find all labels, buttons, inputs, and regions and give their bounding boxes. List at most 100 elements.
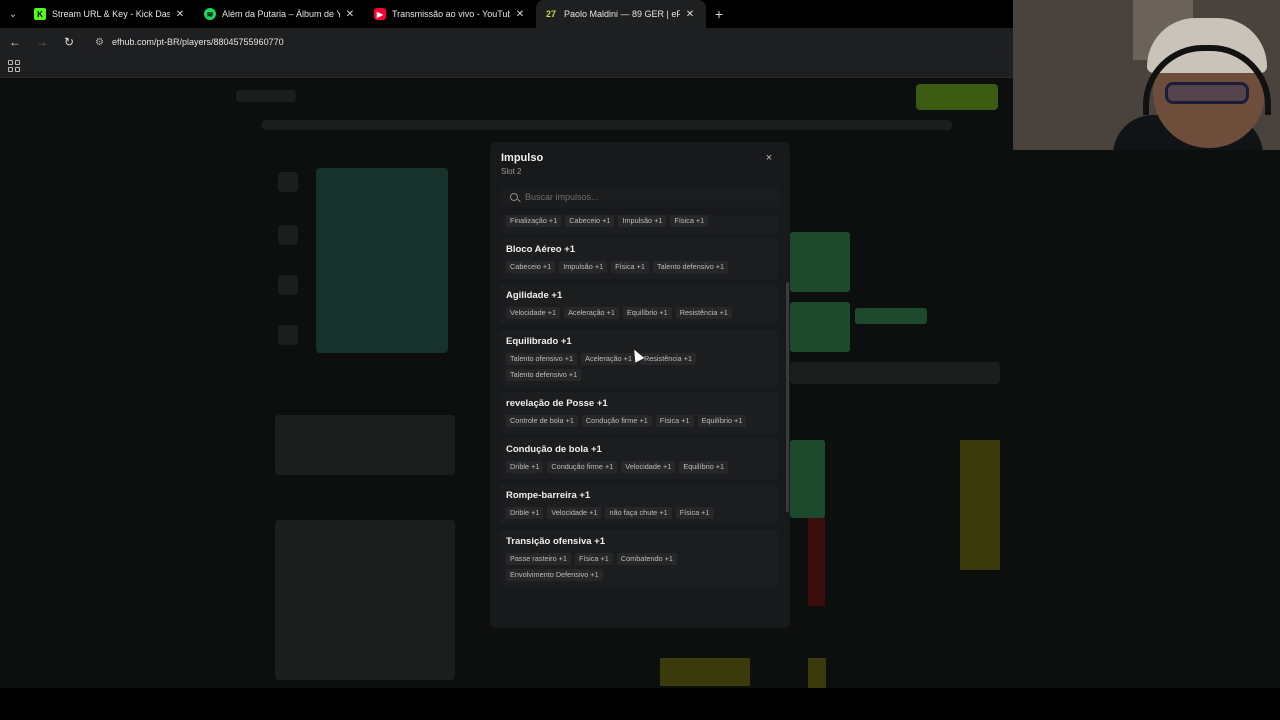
close-icon[interactable]: ✕ xyxy=(174,9,186,20)
impulse-option[interactable]: Condução de bola +1 Drible +1 Condução fir… xyxy=(500,438,778,479)
attribute-chip: Finalização +1 xyxy=(506,215,562,227)
screen: ⌄ K Stream URL & Key - Kick Dashb ✕ ≋ Al… xyxy=(0,0,1280,720)
site-logo xyxy=(236,90,296,102)
close-icon[interactable]: ✕ xyxy=(344,9,356,20)
attribute-chip: Talento defensivo +1 xyxy=(506,369,582,381)
bar-chart-yellow xyxy=(960,440,1000,570)
attribute-chip: Equilíbrio +1 xyxy=(679,461,729,473)
tab-title: Paolo Maldini — 89 GER | eFHU xyxy=(564,9,680,19)
tab-title: Além da Putaria – Álbum de Yu xyxy=(222,9,340,19)
modal-subtitle: Slot 2 xyxy=(501,167,522,176)
impulse-option[interactable]: Bloco Aéreo +1 Cabeceio +1 Impulsão +1 Físi… xyxy=(500,238,778,279)
attribute-chip: Velocidade +1 xyxy=(547,507,602,519)
attribute-chips: Drible +1 Condução firme +1 Velocidade +1 E… xyxy=(506,461,772,473)
attribute-chip: Envolvimento Defensivo +1 xyxy=(506,569,603,581)
attribute-chip: Física +1 xyxy=(655,415,694,427)
impulse-name: Equilibrado +1 xyxy=(506,336,572,347)
close-icon[interactable]: ✕ xyxy=(514,9,526,20)
marker-dimmed xyxy=(808,658,826,688)
attribute-chip: Impulsão +1 xyxy=(559,261,608,273)
attribute-chip: Drible +1 xyxy=(506,461,544,473)
cta-button-dimmed xyxy=(916,84,998,110)
attribute-chip: Resistência +1 xyxy=(675,307,732,319)
tab-title: Stream URL & Key - Kick Dashb xyxy=(52,9,170,19)
search-input[interactable] xyxy=(525,192,765,202)
side-icon xyxy=(278,172,298,192)
webcam-overlay xyxy=(1013,0,1280,150)
new-tab-plus-icon[interactable]: + xyxy=(706,0,732,28)
bottom-bar xyxy=(0,688,1280,720)
attribute-chip: Drible +1 xyxy=(506,507,544,519)
attribute-chip: Física +1 xyxy=(611,261,649,273)
efhub-icon: 27 xyxy=(545,9,556,19)
attribute-chip: Física +1 xyxy=(675,507,714,519)
modal-header: Impulso Slot 2 × xyxy=(490,142,790,212)
apps-grid-icon[interactable] xyxy=(8,60,20,72)
kick-icon: K xyxy=(34,8,46,20)
tab-kick[interactable]: K Stream URL & Key - Kick Dashb ✕ xyxy=(26,0,196,28)
tab-spotify[interactable]: ≋ Além da Putaria – Álbum de Yu ✕ xyxy=(196,0,366,28)
impulse-option[interactable]: Transição ofensiva +1 Passe rasteiro +1 Fí… xyxy=(500,530,778,587)
attribute-chip: Controle de bola +1 xyxy=(506,415,578,427)
attribute-chip: Impulsão +1 xyxy=(618,215,667,227)
impulse-option[interactable]: Finalização +1 Cabeceio +1 Impulsão +1 Físi… xyxy=(500,215,778,233)
attribute-chip: Equilíbrio +1 xyxy=(622,307,672,319)
impulse-option[interactable]: Agilidade +1 Velocidade +1 Aceleração +1 Eq… xyxy=(500,284,778,325)
attribute-chips: Finalização +1 Cabeceio +1 Impulsão +1 Físi… xyxy=(506,215,772,227)
player-card-dimmed xyxy=(316,168,448,353)
attribute-chip: não faça chute +1 xyxy=(605,507,672,519)
impulse-name: revelação de Posse +1 xyxy=(506,398,608,409)
scrollbar[interactable] xyxy=(786,282,789,512)
attribute-chips: Velocidade +1 Aceleração +1 Equilíbrio +1 R… xyxy=(506,307,772,319)
attribute-chip: Talento ofensivo +1 xyxy=(506,353,578,365)
spotify-icon: ≋ xyxy=(204,8,216,20)
attribute-chip: Velocidade +1 xyxy=(621,461,676,473)
attribute-chip: Equilíbrio +1 xyxy=(697,415,747,427)
impulse-option[interactable]: Rompe-barreira +1 Drible +1 Velocidade +1 n… xyxy=(500,484,778,525)
back-arrow-icon[interactable]: ← xyxy=(3,30,27,54)
tab-title: Transmissão ao vivo - YouTube xyxy=(392,9,510,19)
side-icon xyxy=(278,325,298,345)
close-icon[interactable]: ✕ xyxy=(684,9,696,20)
attribute-chips: Cabeceio +1 Impulsão +1 Física +1 Talento d… xyxy=(506,261,772,273)
impulse-name: Condução de bola +1 xyxy=(506,444,602,455)
youtube-icon: ▶ xyxy=(374,8,386,20)
tab-youtube[interactable]: ▶ Transmissão ao vivo - YouTube ✕ xyxy=(366,0,536,28)
url-text: efhub.com/pt-BR/players/88045755960770 xyxy=(111,37,284,47)
bar-chart-red xyxy=(808,518,825,606)
attribute-chip: Física +1 xyxy=(670,215,709,227)
forward-arrow-icon[interactable]: → xyxy=(30,30,54,54)
impulso-modal: Impulso Slot 2 × Finalização +1Cabeceio … xyxy=(490,142,790,628)
attribute-chips: Passe rasteiro +1 Física +1 Combatendo +1 E… xyxy=(506,553,772,581)
address-bar[interactable]: ⚙ efhub.com/pt-BR/players/88045755960770 xyxy=(87,31,1017,53)
attribute-chips: Controle de bola +1 Condução firme +1 Físi… xyxy=(506,415,772,427)
tab-search-chevron-icon[interactable]: ⌄ xyxy=(0,0,26,28)
impulse-option[interactable]: revelação de Posse +1 Controle de bola +1… xyxy=(500,392,778,433)
panel-dimmed xyxy=(275,520,455,680)
attribute-chip: Aceleração +1 xyxy=(564,307,619,319)
panel-dimmed xyxy=(275,415,455,475)
stat-bar-dimmed xyxy=(855,308,927,324)
modal-title: Impulso xyxy=(501,152,544,164)
tab-efhub[interactable]: 27 Paolo Maldini — 89 GER | eFHU ✕ xyxy=(536,0,706,28)
reload-icon[interactable]: ↻ xyxy=(57,30,81,54)
site-info-icon[interactable]: ⚙ xyxy=(95,37,104,48)
attribute-chip: Combatendo +1 xyxy=(616,553,677,565)
bar-chart-green xyxy=(790,440,825,518)
row-dimmed xyxy=(790,362,1000,384)
side-icon xyxy=(278,275,298,295)
close-icon[interactable]: × xyxy=(762,151,776,165)
search-field[interactable] xyxy=(501,187,779,207)
attribute-chips: Drible +1 Velocidade +1 não faça chute +1 F… xyxy=(506,507,772,519)
stat-box-dimmed xyxy=(790,232,850,292)
impulse-name: Rompe-barreira +1 xyxy=(506,490,591,501)
attribute-chip: Condução firme +1 xyxy=(581,415,652,427)
attribute-chip: Condução firme +1 xyxy=(547,461,618,473)
side-icon xyxy=(278,225,298,245)
impulse-list[interactable]: Finalização +1 Cabeceio +1 Impulsão +1 Físi… xyxy=(490,215,790,628)
attribute-chip: Física +1 xyxy=(575,553,613,565)
attribute-chip: Cabeceio +1 xyxy=(565,215,615,227)
impulse-name: Agilidade +1 xyxy=(506,290,563,301)
impulse-name: Transição ofensiva +1 xyxy=(506,536,606,547)
attribute-chip: Aceleração +1 xyxy=(581,353,636,365)
